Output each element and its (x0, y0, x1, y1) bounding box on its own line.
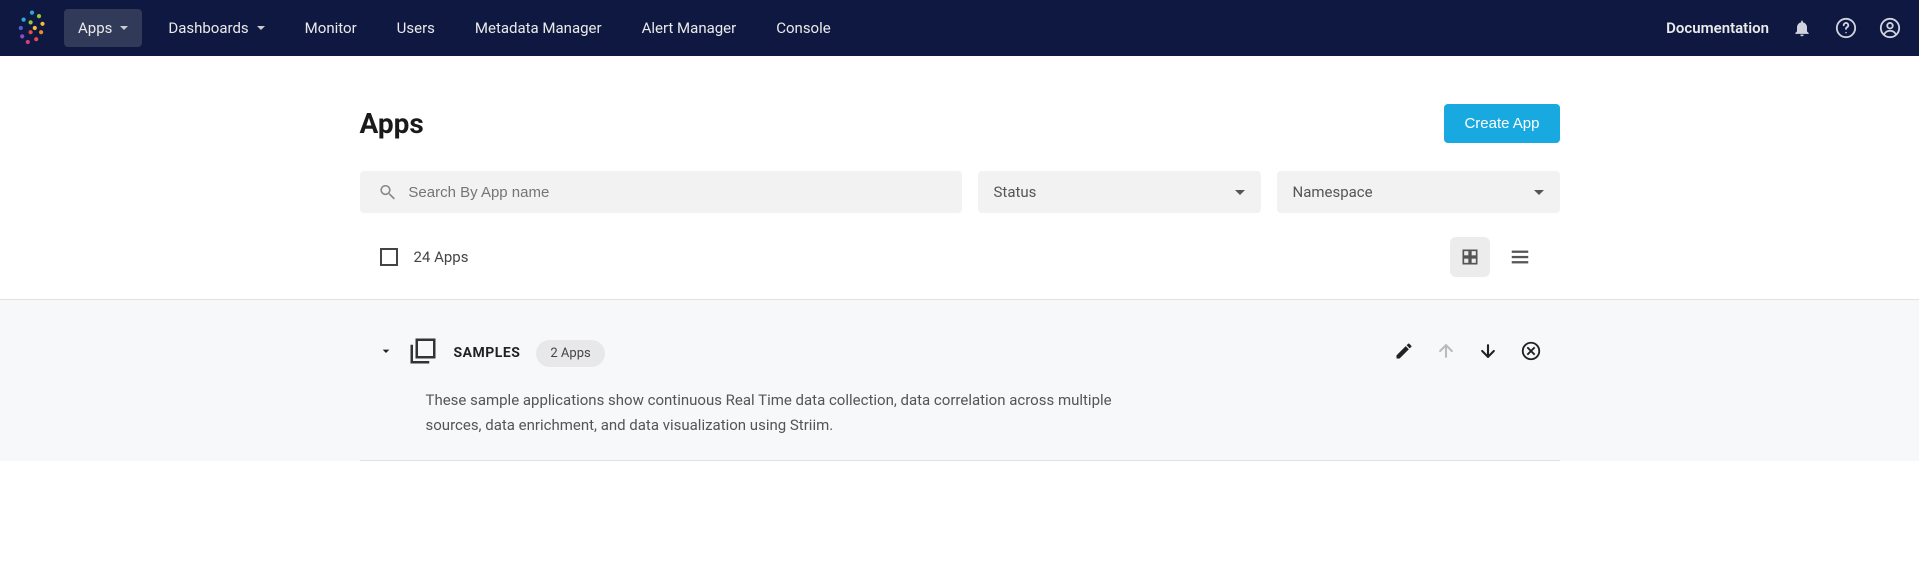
nav-item-alert-manager[interactable]: Alert Manager (628, 9, 751, 47)
page-title: Apps (360, 107, 424, 140)
group-header: SAMPLES 2 Apps (360, 336, 1560, 370)
nav-item-metadata-manager[interactable]: Metadata Manager (461, 9, 616, 47)
status-label: Status (994, 183, 1037, 201)
app-count-label: 24 Apps (414, 248, 469, 266)
view-toggle (1450, 237, 1540, 277)
delete-icon[interactable] (1520, 340, 1542, 366)
namespace-select[interactable]: Namespace (1277, 171, 1560, 213)
list-view-button[interactable] (1500, 237, 1540, 277)
page-header: Apps Create App (360, 104, 1560, 143)
help-icon[interactable] (1835, 17, 1857, 39)
select-all-checkbox[interactable] (380, 248, 398, 266)
group-block-samples: SAMPLES 2 Apps These sample applications… (360, 300, 1560, 461)
list-toolbar: 24 Apps (360, 237, 1560, 299)
search-input[interactable] (408, 184, 943, 201)
groups-section: SAMPLES 2 Apps These sample applications… (0, 299, 1919, 461)
nav-right: Documentation (1666, 17, 1901, 39)
nav-item-label: Users (397, 19, 435, 37)
chevron-down-icon (120, 26, 128, 30)
list-icon (1509, 246, 1531, 268)
create-app-button[interactable]: Create App (1444, 104, 1559, 143)
search-field[interactable] (360, 171, 962, 213)
nav-item-console[interactable]: Console (762, 9, 845, 47)
filter-row: Status Namespace (360, 171, 1560, 213)
count-group: 24 Apps (380, 248, 469, 266)
app-logo (18, 9, 46, 47)
nav-item-dashboards[interactable]: Dashboards (154, 9, 278, 47)
status-select[interactable]: Status (978, 171, 1261, 213)
nav-item-monitor[interactable]: Monitor (291, 9, 371, 47)
group-app-count-badge: 2 Apps (536, 340, 604, 367)
notifications-icon[interactable] (1791, 17, 1813, 39)
edit-icon[interactable] (1394, 341, 1414, 365)
group-actions (1394, 340, 1542, 366)
page-content: Apps Create App Status Namespace 24 Apps (360, 56, 1560, 299)
nav-item-label: Alert Manager (642, 19, 737, 37)
chevron-down-icon (378, 343, 394, 359)
chevron-down-icon (257, 26, 265, 30)
chevron-down-icon (1235, 190, 1245, 195)
collapse-toggle[interactable] (378, 343, 392, 363)
search-icon (378, 182, 397, 202)
chevron-down-icon (1534, 190, 1544, 195)
group-title: SAMPLES (454, 345, 521, 361)
nav-item-label: Apps (78, 19, 112, 37)
grid-icon (1460, 247, 1480, 267)
nav-item-label: Monitor (305, 19, 357, 37)
folder-stack-icon (408, 336, 438, 370)
nav-item-label: Console (776, 19, 831, 37)
nav-item-users[interactable]: Users (383, 9, 449, 47)
grid-view-button[interactable] (1450, 237, 1490, 277)
nav-item-apps[interactable]: Apps (64, 9, 142, 47)
top-navbar: Apps Dashboards Monitor Users Metadata M… (0, 0, 1919, 56)
namespace-label: Namespace (1293, 183, 1373, 201)
move-down-icon[interactable] (1478, 341, 1498, 365)
account-icon[interactable] (1879, 17, 1901, 39)
move-up-icon (1436, 341, 1456, 365)
nav-item-label: Metadata Manager (475, 19, 602, 37)
group-description: These sample applications show continuou… (360, 388, 1120, 438)
nav-item-label: Dashboards (168, 19, 248, 37)
documentation-link[interactable]: Documentation (1666, 19, 1769, 37)
nav-left: Apps Dashboards Monitor Users Metadata M… (64, 9, 845, 47)
